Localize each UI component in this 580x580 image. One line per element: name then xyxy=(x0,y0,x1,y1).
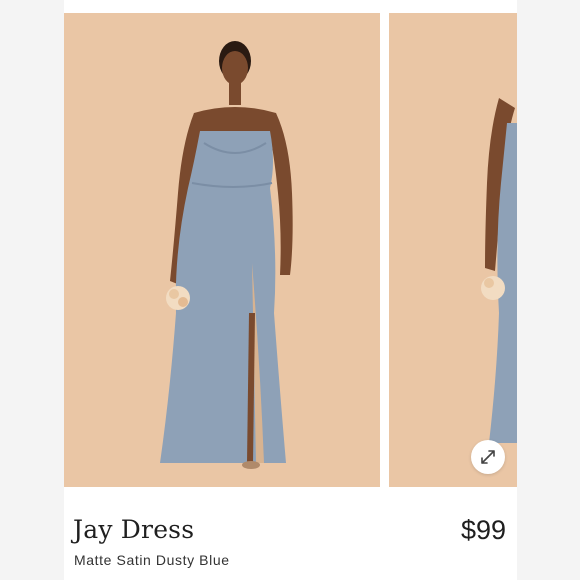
left-margin xyxy=(0,0,64,580)
right-margin xyxy=(517,0,580,580)
product-photo-main[interactable] xyxy=(64,13,380,487)
model-face xyxy=(222,51,248,85)
product-photo-next[interactable] xyxy=(389,13,517,487)
bouquet-next xyxy=(481,276,505,300)
model-shoulders xyxy=(192,107,278,133)
product-variant: Matte Satin Dusty Blue xyxy=(74,552,230,568)
bouquet xyxy=(166,286,190,310)
model-leg xyxy=(247,312,255,464)
expand-arrows-icon xyxy=(481,450,495,464)
product-price: $99 xyxy=(460,515,506,545)
model-neck xyxy=(229,83,241,105)
model-shoe xyxy=(242,461,260,469)
product-title: Jay Dress xyxy=(73,515,195,544)
product-card-page: Jay Dress Matte Satin Dusty Blue $99 xyxy=(0,0,580,580)
expand-image-button[interactable] xyxy=(471,440,505,474)
model-illustration-next xyxy=(481,98,517,443)
model-illustration xyxy=(160,41,293,469)
